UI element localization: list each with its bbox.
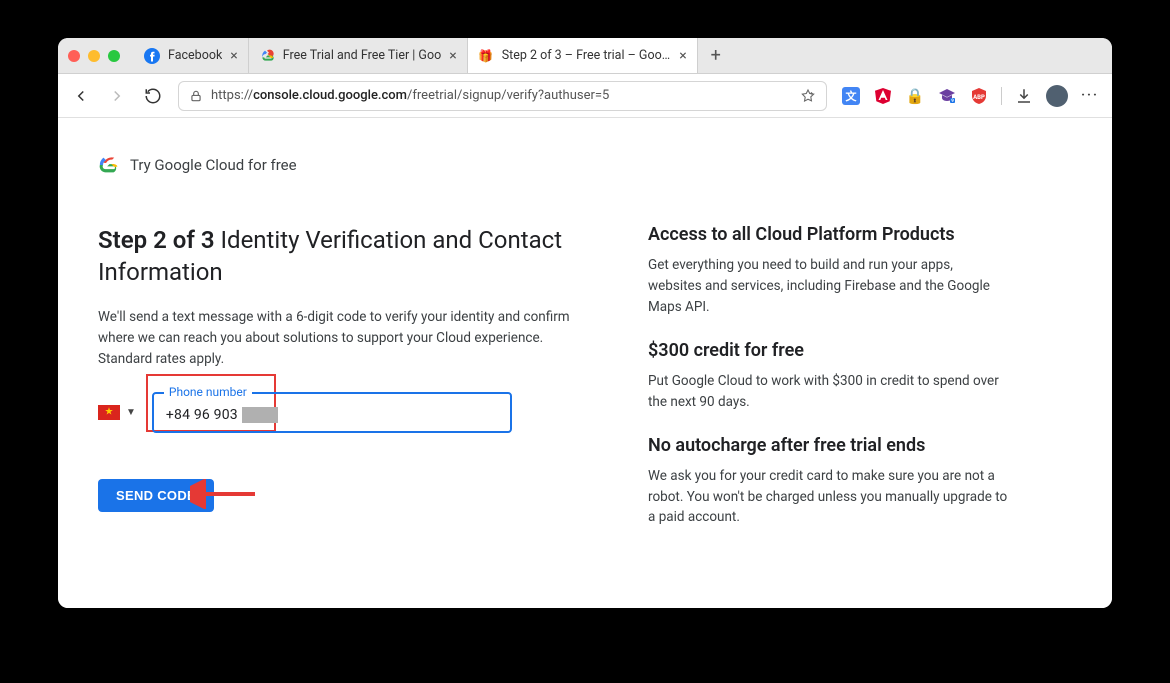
browser-window: Facebook × Free Trial and Free Tier | Go… <box>58 38 1112 608</box>
window-controls <box>68 50 120 62</box>
svg-text:ABP: ABP <box>973 94 985 101</box>
benefit-title: $300 credit for free <box>648 340 1008 361</box>
google-cloud-icon <box>259 48 275 64</box>
phone-field-label: Phone number <box>164 385 252 399</box>
svg-text:文: 文 <box>846 89 858 103</box>
google-cloud-logo-icon <box>98 154 120 176</box>
benefit-title: Access to all Cloud Platform Products <box>648 224 1008 245</box>
phone-number-input[interactable]: Phone number +84 96 903 0000 <box>152 392 512 433</box>
browser-toolbar: https://console.cloud.google.com/freetri… <box>58 74 1112 118</box>
maximize-window-button[interactable] <box>108 50 120 62</box>
tab-strip: Facebook × Free Trial and Free Tier | Go… <box>134 38 1102 73</box>
brand-header: Try Google Cloud for free <box>98 154 1072 176</box>
overflow-menu-icon[interactable]: ··· <box>1080 86 1100 106</box>
brand-text: Try Google Cloud for free <box>130 156 297 174</box>
titlebar: Facebook × Free Trial and Free Tier | Go… <box>58 38 1112 74</box>
close-tab-icon[interactable]: × <box>449 48 456 64</box>
benefits-column: Access to all Cloud Platform Products Ge… <box>648 224 1008 550</box>
url-text: https://console.cloud.google.com/freetri… <box>211 88 792 103</box>
svg-text:9: 9 <box>951 98 954 104</box>
forward-button[interactable] <box>106 85 128 107</box>
minimize-window-button[interactable] <box>88 50 100 62</box>
page-content: Try Google Cloud for free Step 2 of 3 Id… <box>58 118 1112 608</box>
phone-field-value: +84 96 903 0000 <box>166 407 278 423</box>
lock-icon <box>189 89 203 103</box>
benefit-body: Get everything you need to build and run… <box>648 255 1008 318</box>
new-tab-button[interactable]: + <box>698 38 734 73</box>
page-title: Step 2 of 3 Identity Verification and Co… <box>98 224 588 289</box>
country-code-select[interactable]: ▼ <box>98 401 136 424</box>
page-description: We'll send a text message with a 6-digit… <box>98 307 588 370</box>
extension-icons: 文 🔒 9 ABP ··· <box>841 85 1100 107</box>
graduation-extension-icon[interactable]: 9 <box>937 86 957 106</box>
benefit-body: We ask you for your credit card to make … <box>648 466 1008 529</box>
address-bar[interactable]: https://console.cloud.google.com/freetri… <box>178 81 827 111</box>
dropdown-caret-icon: ▼ <box>126 407 136 418</box>
form-column: Step 2 of 3 Identity Verification and Co… <box>98 224 588 550</box>
close-tab-icon[interactable]: × <box>230 48 237 64</box>
translate-extension-icon[interactable]: 文 <box>841 86 861 106</box>
facebook-icon <box>144 48 160 64</box>
toolbar-divider <box>1001 87 1002 105</box>
tab-free-trial-tier[interactable]: Free Trial and Free Tier | Goo × <box>249 38 468 73</box>
benefit-body: Put Google Cloud to work with $300 in cr… <box>648 371 1008 413</box>
annotation-arrow-icon <box>190 479 260 509</box>
profile-avatar[interactable] <box>1046 85 1068 107</box>
back-button[interactable] <box>70 85 92 107</box>
tab-label: Facebook <box>168 48 222 63</box>
tab-label: Step 2 of 3 – Free trial – Googl <box>502 48 672 63</box>
tab-facebook[interactable]: Facebook × <box>134 38 249 73</box>
reload-button[interactable] <box>142 85 164 107</box>
vietnam-flag-icon <box>98 405 120 420</box>
benefit-title: No autocharge after free trial ends <box>648 435 1008 456</box>
downloads-icon[interactable] <box>1014 86 1034 106</box>
phone-input-row: ▼ Phone number +84 96 903 0000 <box>98 392 588 433</box>
tab-label: Free Trial and Free Tier | Goo <box>283 48 441 63</box>
tab-step-2-signup[interactable]: 🎁 Step 2 of 3 – Free trial – Googl × <box>468 38 698 73</box>
adblock-extension-icon[interactable]: ABP <box>969 86 989 106</box>
angular-extension-icon[interactable] <box>873 86 893 106</box>
close-window-button[interactable] <box>68 50 80 62</box>
favorite-icon[interactable] <box>800 88 816 104</box>
gift-icon: 🎁 <box>478 48 494 64</box>
close-tab-icon[interactable]: × <box>679 48 686 64</box>
security-extension-icon[interactable]: 🔒 <box>905 86 925 106</box>
